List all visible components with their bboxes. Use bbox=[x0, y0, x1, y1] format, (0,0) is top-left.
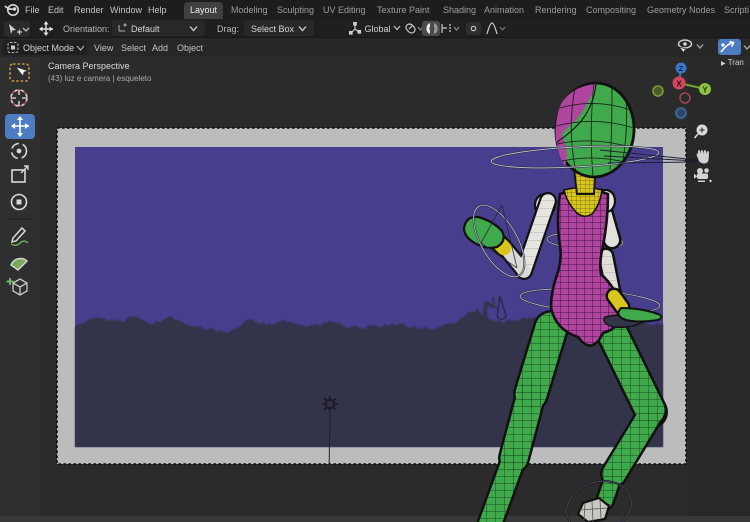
svg-text:Z: Z bbox=[679, 66, 684, 73]
svg-text:Y: Y bbox=[702, 86, 708, 95]
svg-text:X: X bbox=[676, 80, 682, 89]
svg-text:Global: Global bbox=[365, 24, 391, 34]
